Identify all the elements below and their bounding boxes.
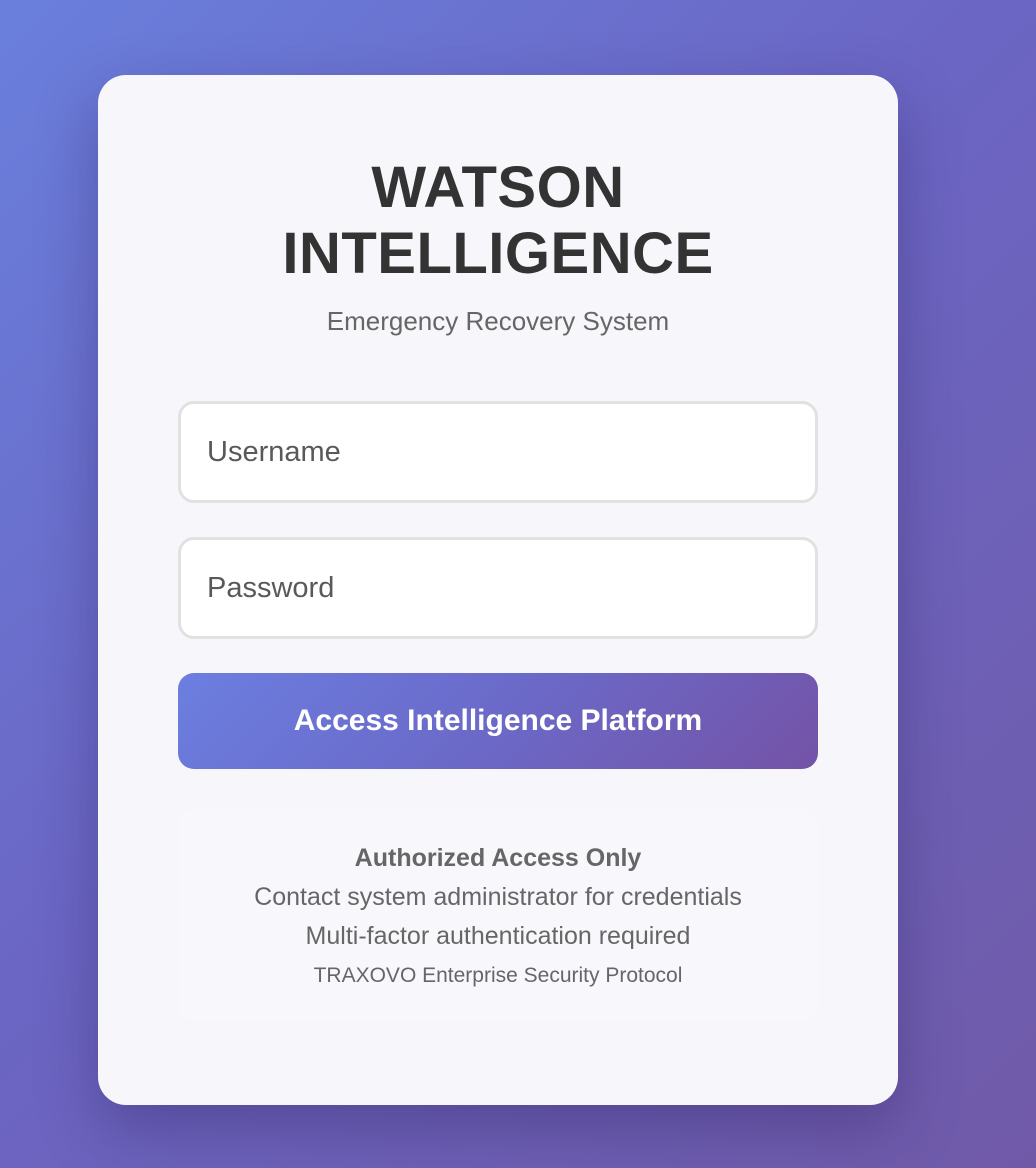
page-title: WATSON INTELLIGENCE: [98, 155, 898, 287]
username-input[interactable]: [178, 401, 818, 503]
access-platform-button[interactable]: Access Intelligence Platform: [178, 673, 818, 769]
page-subtitle: Emergency Recovery System: [326, 306, 670, 336]
title-line-1: WATSON: [371, 155, 625, 220]
security-notice: Authorized Access Only Contact system ad…: [178, 810, 818, 1020]
password-input[interactable]: [178, 537, 818, 639]
title-line-2: INTELLIGENCE: [282, 221, 714, 286]
notice-line-mfa: Multi-factor authentication required: [305, 922, 691, 950]
notice-heading: Authorized Access Only: [354, 844, 642, 872]
notice-line-protocol: TRAXOVO Enterprise Security Protocol: [313, 964, 683, 987]
login-card: WATSON INTELLIGENCE Emergency Recovery S…: [98, 75, 898, 1105]
notice-line-credentials: Contact system administrator for credent…: [254, 883, 742, 911]
